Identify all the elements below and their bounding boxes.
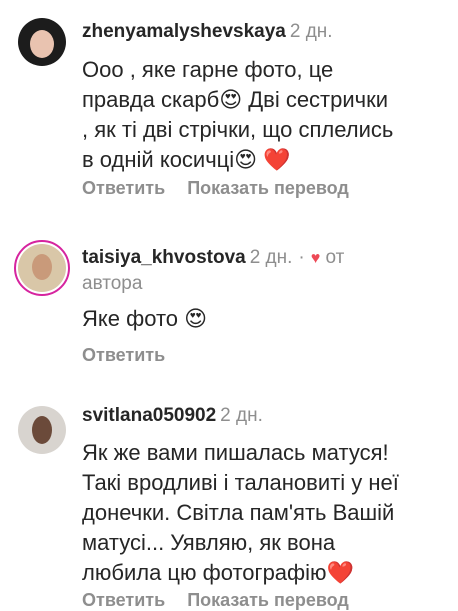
separator-dot: · [298,247,305,268]
reply-button[interactable]: Ответить [82,178,165,198]
timestamp: 2 дн. [289,21,333,42]
comment-line: любила цю фотографію❤️ [82,560,354,585]
comment-text: Як же вами пишалась матуся! Такі вродлив… [82,438,399,588]
comment-line: Ооо , яке гарне фото, це [82,57,334,82]
avatar[interactable] [18,406,66,454]
avatar-face [32,254,52,280]
avatar-face [32,416,52,444]
avatar-face [30,30,54,58]
comment-item: svitlana050902 2 дн. Як же вами пишалась … [0,388,458,610]
comment-line: Як же вами пишалась матуся! [82,440,389,465]
comment-line: в одній косичці😍 ❤️ [82,147,291,172]
comment-header: svitlana050902 2 дн. [82,404,263,428]
comment-item: zhenyamalyshevskaya 2 дн. Ооо , яке гарне… [0,0,458,200]
comment-line: донечки. Світла пам'ять Вашій [82,500,395,525]
author-tag-line: автора [82,273,143,294]
timestamp: 2 дн. [220,405,263,426]
username[interactable]: svitlana050902 [82,405,216,426]
comment-item: taisiya_khvostova 2 дн. · ♥ от автора Яке ф… [0,226,458,376]
timestamp: 2 дн. [249,247,293,268]
comment-line: Такі вродливі і талановиті у неї [82,470,399,495]
comment-line: правда скарб😍 Дві сестрички [82,87,389,112]
comment-line: матусі... Уявляю, як вона [82,530,336,555]
comment-actions: Ответить Показать перевод [82,590,371,611]
comment-line: Яке фото 😍 [82,306,208,331]
avatar[interactable] [14,240,70,296]
comment-text: Яке фото 😍 [82,304,207,334]
comment-header: taisiya_khvostova 2 дн. · ♥ от [82,246,344,271]
comment-text: Ооо , яке гарне фото, це правда скарб😍 Д… [82,55,393,175]
username[interactable]: zhenyamalyshevskaya [82,21,286,42]
show-translation-button[interactable]: Показать перевод [187,178,349,198]
comment-header: zhenyamalyshevskaya 2 дн. [82,20,333,44]
username[interactable]: taisiya_khvostova [82,247,246,268]
heart-icon: ♥ [310,250,321,267]
comment-actions: Ответить Показать перевод [82,178,371,199]
comment-line: , як ті дві стрічки, що сплелись [82,117,394,142]
author-tag: от [325,247,345,268]
avatar[interactable] [18,18,66,66]
reply-button[interactable]: Ответить [82,345,165,365]
comment-actions: Ответить [82,345,187,366]
show-translation-button[interactable]: Показать перевод [187,590,349,610]
reply-button[interactable]: Ответить [82,590,165,610]
